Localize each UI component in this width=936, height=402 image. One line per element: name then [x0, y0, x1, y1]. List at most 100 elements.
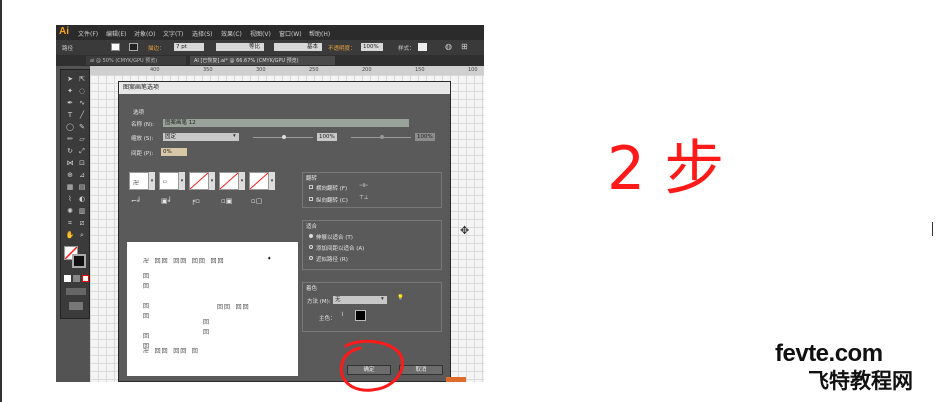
zoom-tool-icon[interactable]: ⌕ [77, 230, 87, 240]
scale-slider-2-knob[interactable] [380, 135, 384, 139]
opacity-field[interactable]: 100% [361, 43, 383, 51]
key-color-swatch[interactable] [355, 310, 366, 321]
start-tile-arrow-icon[interactable]: ▾ [239, 172, 245, 190]
menu-edit[interactable]: 编辑(E) [106, 29, 126, 38]
align-icon[interactable]: ⊞ [461, 42, 468, 51]
method-label: 方法 (M): [307, 299, 331, 305]
artboard-tool-icon[interactable]: ⌗ [65, 218, 75, 228]
tab-document-2[interactable]: AI [已恢复].ai* @ 66.67% (CMYK/GPU 预览) [190, 56, 335, 65]
fill-swatch[interactable] [111, 43, 120, 51]
flip-vertical-checkbox[interactable] [309, 197, 313, 201]
scale-icon[interactable]: ⤢ [77, 146, 87, 156]
column-graph-icon[interactable]: ▥ [77, 206, 87, 216]
menu-type[interactable]: 文字(T) [163, 29, 183, 38]
direct-selection-tool-icon[interactable]: ⇱ [77, 74, 87, 84]
watermark-domain: fevte.com [775, 340, 883, 367]
scale-slider-1-knob[interactable] [282, 135, 286, 139]
end-tile-arrow-icon[interactable]: ▾ [269, 172, 275, 190]
side-tile-arrow-icon[interactable]: ▾ [149, 172, 155, 190]
spacing-input[interactable]: 0% [161, 148, 187, 156]
menu-window[interactable]: 窗口(W) [279, 29, 302, 38]
frame-border [0, 0, 2, 402]
tips-lightbulb-icon[interactable]: 💡 [397, 295, 404, 301]
symbol-sprayer-icon[interactable]: ✺ [65, 206, 75, 216]
outer-corner-tile-arrow-icon[interactable]: ▾ [179, 172, 185, 190]
menu-effect[interactable]: 效果(C) [221, 29, 242, 38]
end-tile-swatch[interactable] [249, 172, 269, 190]
fit-stretch-label: 伸展以适合 (T) [316, 235, 353, 241]
fit-add-space-radio[interactable] [309, 245, 313, 249]
menu-help[interactable]: 帮助(H) [309, 29, 330, 38]
none-mode-icon[interactable] [82, 275, 89, 282]
outer-corner-tile-swatch[interactable]: ▭ [159, 172, 179, 190]
start-tile-swatch[interactable] [219, 172, 239, 190]
line-tool-icon[interactable]: ╱ [77, 110, 87, 120]
inner-corner-tile-swatch[interactable] [189, 172, 209, 190]
menu-bar: Ai 文件(F) 编辑(E) 对象(O) 文字(T) 选择(S) 效果(C) 视… [56, 25, 484, 40]
menu-object[interactable]: 对象(O) [134, 29, 155, 38]
mesh-tool-icon[interactable]: ▦ [65, 182, 75, 192]
spacing-label: 间距 (P): [131, 151, 154, 157]
none-tile-icon [249, 172, 269, 190]
flip-horizontal-checkbox[interactable] [309, 185, 313, 189]
inner-corner-tile-arrow-icon[interactable]: ▾ [209, 172, 215, 190]
perspective-grid-icon[interactable]: ⊿ [77, 170, 87, 180]
scale-percent-2[interactable]: 100% [415, 133, 435, 141]
paintbrush-icon[interactable]: ✎ [77, 122, 87, 132]
lasso-icon[interactable]: ◌ [77, 86, 87, 96]
menu-select[interactable]: 选择(S) [192, 29, 213, 38]
side-tile-swatch[interactable]: 卍 [129, 172, 149, 190]
fit-approximate-radio[interactable] [309, 256, 313, 260]
variable-width-profile[interactable]: 等比 [216, 43, 264, 51]
ruler-tick: 100 [468, 67, 478, 73]
name-input[interactable]: 图案画笔 12 [163, 119, 409, 127]
colorization-section-label: 着色 [306, 286, 318, 292]
selection-tool-icon[interactable]: ➤ [65, 74, 75, 84]
eyedropper-icon[interactable]: ⌇ [341, 312, 344, 318]
app-logo: Ai [59, 26, 69, 37]
ruler-tick: 400 [150, 67, 160, 73]
ellipse-tool-icon[interactable]: ◯ [65, 122, 75, 132]
brush-definition[interactable]: 基本 [274, 43, 322, 51]
pen-tool-icon[interactable]: ✒ [65, 98, 75, 108]
scale-dropdown-arrow-icon: ▾ [233, 133, 236, 139]
fit-stretch-radio[interactable] [309, 234, 313, 238]
gradient-tool-icon[interactable]: ▤ [77, 182, 87, 192]
colorization-group [302, 282, 442, 332]
magic-wand-icon[interactable]: ✦ [65, 86, 75, 96]
tile-type-icon-2: ▣╛ [161, 197, 172, 205]
drawing-modes-icon[interactable] [66, 288, 86, 295]
watermark-site-name: 飞特教程网 [808, 369, 913, 393]
menu-file[interactable]: 文件(F) [78, 29, 98, 38]
eraser-icon[interactable]: ▱ [77, 134, 87, 144]
type-tool-icon[interactable]: T [65, 110, 75, 120]
method-dropdown[interactable]: 无 [333, 296, 387, 304]
style-swatch[interactable] [418, 43, 427, 51]
scale-dropdown[interactable]: 固定 [163, 133, 239, 141]
stroke-weight-field[interactable]: 7 pt [174, 43, 204, 51]
hand-tool-icon[interactable]: ✋ [65, 230, 75, 240]
tab-document-1[interactable]: ai @ 50% (CMYK/GPU 预览) [86, 56, 186, 65]
scale-percent-1[interactable]: 100% [317, 133, 337, 141]
taskbar-indicator [446, 377, 466, 382]
curvature-tool-icon[interactable]: ∿ [77, 98, 87, 108]
eyedropper-icon[interactable]: ⌇ [65, 194, 75, 204]
slice-tool-icon[interactable]: ⧄ [77, 218, 87, 228]
preview-pattern-left: 回回回回回回 [143, 273, 151, 350]
rotate-icon[interactable]: ↻ [65, 146, 75, 156]
flip-section-label: 翻转 [306, 176, 318, 182]
stroke-color-box[interactable] [72, 254, 86, 268]
menu-view[interactable]: 视图(V) [250, 29, 271, 38]
free-transform-icon[interactable]: ⊡ [77, 158, 87, 168]
screen-mode-icon[interactable] [69, 302, 83, 310]
brush-preview: 卍 回回 回回 回回 回回 ➧ 回回回回回回 回回 回回 回回 卍 回回 回回 … [127, 242, 298, 376]
shape-builder-icon[interactable]: ⊕ [65, 170, 75, 180]
gradient-mode-icon[interactable] [73, 275, 80, 282]
color-mode-icon[interactable] [64, 275, 71, 282]
stroke-swatch[interactable] [129, 43, 138, 51]
recolor-icon[interactable]: ◍ [445, 42, 452, 51]
pencil-icon[interactable]: ✏ [65, 134, 75, 144]
width-tool-icon[interactable]: ⋈ [65, 158, 75, 168]
blend-tool-icon[interactable]: ◐ [77, 194, 87, 204]
ruler-tick: 200 [362, 67, 372, 73]
